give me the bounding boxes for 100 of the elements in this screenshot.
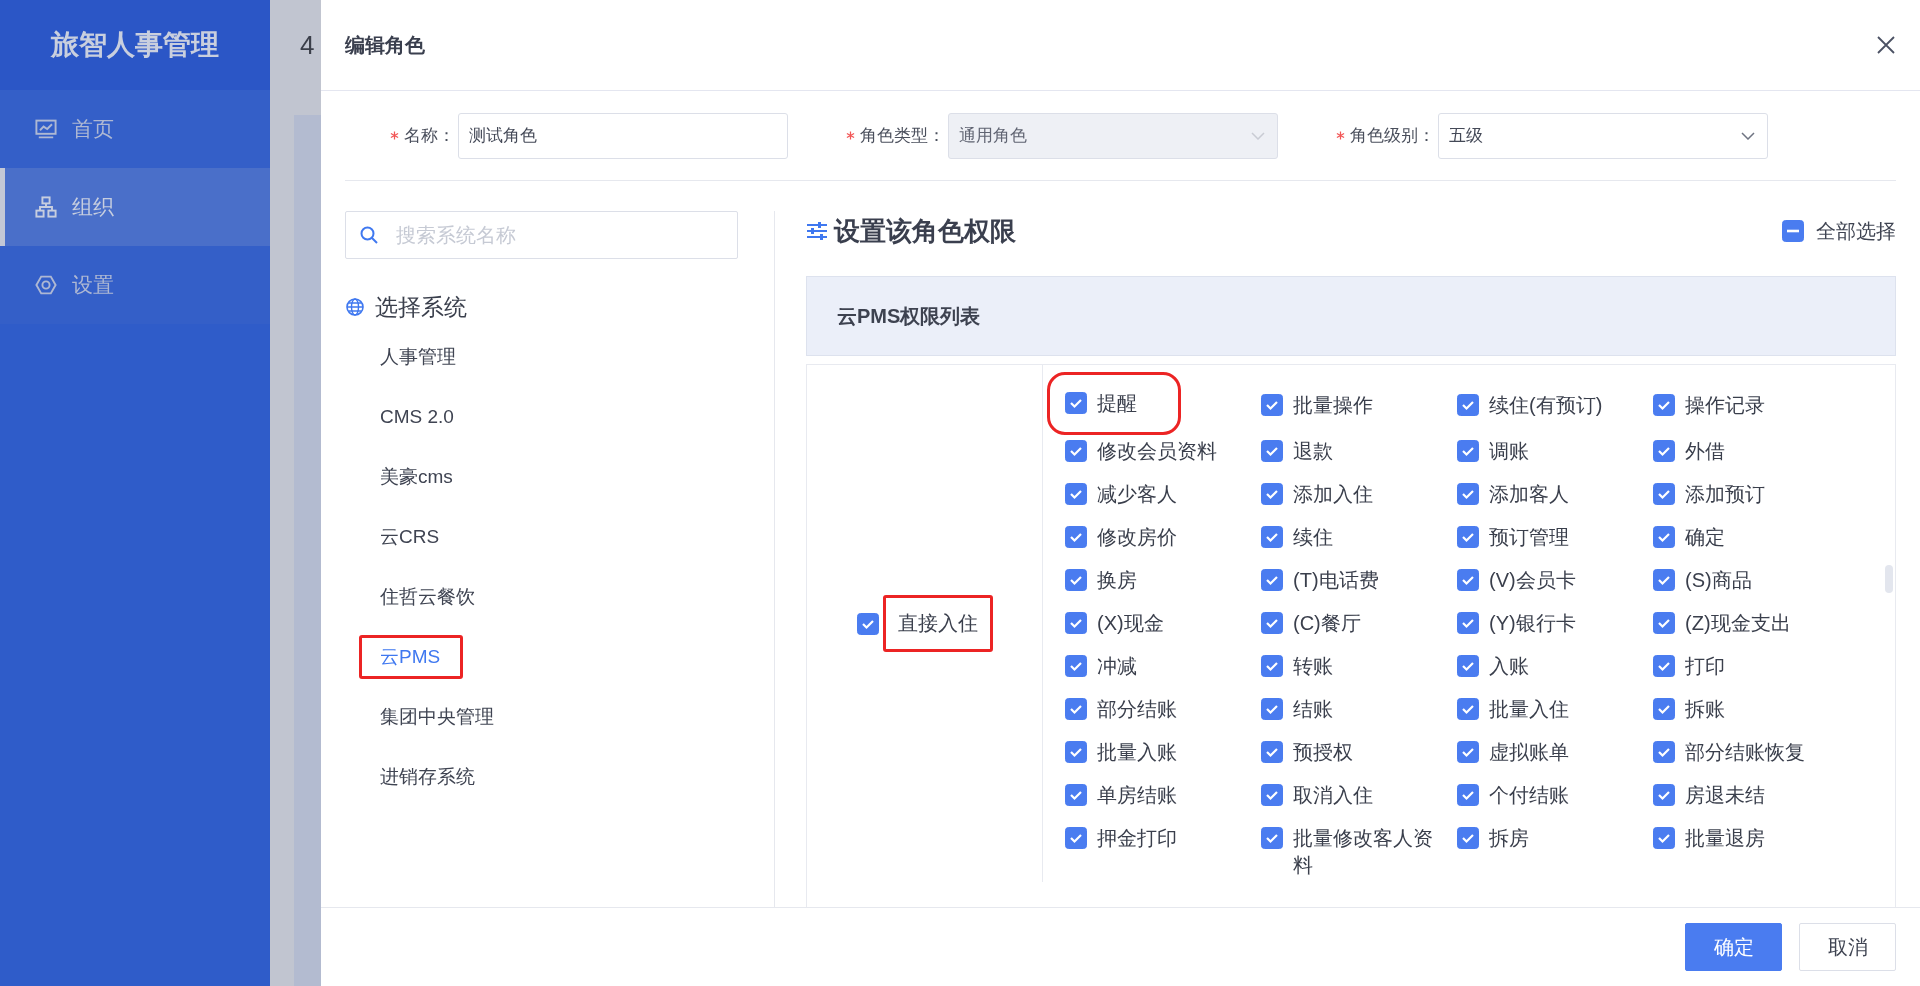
permission-checkbox[interactable]: (V)会员卡 xyxy=(1454,554,1653,597)
checkbox[interactable] xyxy=(1457,612,1479,634)
checkbox[interactable] xyxy=(1261,784,1283,806)
checkbox[interactable] xyxy=(1653,526,1675,548)
checkbox[interactable] xyxy=(1653,440,1675,462)
system-item[interactable]: 美豪cms xyxy=(359,455,476,499)
checkbox[interactable] xyxy=(1457,655,1479,677)
checkbox[interactable] xyxy=(1457,827,1479,849)
checkbox[interactable] xyxy=(1457,784,1479,806)
permission-checkbox[interactable]: 调账 xyxy=(1454,425,1653,468)
permission-checkbox[interactable]: (X)现金 xyxy=(1062,597,1261,640)
permission-checkbox[interactable]: 续住(有预订) xyxy=(1454,379,1653,425)
checkbox[interactable] xyxy=(1653,741,1675,763)
permission-checkbox[interactable]: 添加预订 xyxy=(1650,468,1849,511)
permission-checkbox[interactable]: 拆账 xyxy=(1650,683,1849,726)
checkbox[interactable] xyxy=(1261,483,1283,505)
permission-checkbox[interactable]: 批量操作 xyxy=(1258,379,1457,425)
permission-checkbox[interactable]: 个付结账 xyxy=(1454,769,1653,812)
checkbox[interactable] xyxy=(1065,741,1087,763)
checkbox[interactable] xyxy=(1261,394,1283,416)
checkbox[interactable] xyxy=(1457,394,1479,416)
permission-checkbox[interactable]: 添加入住 xyxy=(1258,468,1457,511)
checkbox[interactable] xyxy=(1653,612,1675,634)
permission-checkbox[interactable]: 房退未结 xyxy=(1650,769,1849,812)
permission-checkbox[interactable]: 打印 xyxy=(1650,640,1849,683)
permission-checkbox[interactable]: 添加客人 xyxy=(1454,468,1653,511)
permission-checkbox[interactable]: 批量修改客人资料 xyxy=(1258,812,1457,882)
confirm-button[interactable]: 确定 xyxy=(1685,923,1782,971)
checkbox[interactable] xyxy=(1782,220,1804,242)
permission-checkbox[interactable]: 提醒 xyxy=(1062,387,1166,420)
system-item[interactable]: CMS 2.0 xyxy=(359,397,477,437)
checkbox[interactable] xyxy=(1261,655,1283,677)
search-field[interactable]: 搜索系统名称 xyxy=(345,211,738,259)
checkbox[interactable] xyxy=(1653,483,1675,505)
checkbox[interactable] xyxy=(1653,655,1675,677)
select-field[interactable]: 五级 xyxy=(1438,112,1768,159)
checkbox[interactable] xyxy=(1457,698,1479,720)
checkbox[interactable] xyxy=(1261,741,1283,763)
permission-checkbox[interactable]: 虚拟账单 xyxy=(1454,726,1653,769)
permission-checkbox[interactable]: 押金打印 xyxy=(1062,812,1261,882)
checkbox[interactable] xyxy=(1065,392,1087,414)
permission-checkbox[interactable]: 结账 xyxy=(1258,683,1457,726)
permission-checkbox[interactable]: 预授权 xyxy=(1258,726,1457,769)
permission-checkbox[interactable]: 外借 xyxy=(1650,425,1849,468)
permission-checkbox[interactable]: 减少客人 xyxy=(1062,468,1261,511)
system-item[interactable]: 进销存系统 xyxy=(359,755,498,799)
permission-checkbox[interactable]: 转账 xyxy=(1258,640,1457,683)
checkbox[interactable] xyxy=(1457,483,1479,505)
permission-checkbox[interactable]: 批量入住 xyxy=(1454,683,1653,726)
checkbox[interactable] xyxy=(1457,440,1479,462)
checkbox[interactable] xyxy=(1065,827,1087,849)
checkbox[interactable] xyxy=(1653,827,1675,849)
permission-checkbox[interactable]: 部分结账恢复 xyxy=(1650,726,1849,769)
checkbox[interactable] xyxy=(1653,784,1675,806)
checkbox[interactable] xyxy=(1065,612,1087,634)
checkbox[interactable] xyxy=(1457,569,1479,591)
checkbox[interactable] xyxy=(1457,741,1479,763)
scrollbar-thumb[interactable] xyxy=(1885,565,1893,593)
checkbox[interactable] xyxy=(1065,483,1087,505)
permission-checkbox[interactable]: 冲减 xyxy=(1062,640,1261,683)
checkbox[interactable] xyxy=(856,612,879,635)
group-label[interactable]: 直接入住 xyxy=(882,595,993,652)
close-icon[interactable] xyxy=(1876,35,1896,55)
checkbox[interactable] xyxy=(1065,569,1087,591)
permission-checkbox[interactable]: 批量退房 xyxy=(1650,812,1849,882)
system-item[interactable]: 住哲云餐饮 xyxy=(359,575,498,619)
permission-checkbox[interactable]: 单房结账 xyxy=(1062,769,1261,812)
checkbox[interactable] xyxy=(1065,784,1087,806)
checkbox[interactable] xyxy=(1653,569,1675,591)
permission-checkbox[interactable]: 批量入账 xyxy=(1062,726,1261,769)
checkbox[interactable] xyxy=(1065,655,1087,677)
select-all-checkbox[interactable]: 全部选择 xyxy=(1782,217,1896,245)
permission-checkbox[interactable]: 入账 xyxy=(1454,640,1653,683)
cancel-button[interactable]: 取消 xyxy=(1799,923,1896,971)
checkbox[interactable] xyxy=(1261,526,1283,548)
permission-checkbox[interactable]: 换房 xyxy=(1062,554,1261,597)
permission-checkbox[interactable]: 退款 xyxy=(1258,425,1457,468)
checkbox[interactable] xyxy=(1261,698,1283,720)
system-item[interactable]: 集团中央管理 xyxy=(359,695,517,739)
permission-checkbox[interactable]: 部分结账 xyxy=(1062,683,1261,726)
checkbox[interactable] xyxy=(1065,440,1087,462)
permission-checkbox[interactable]: 操作记录 xyxy=(1650,379,1849,425)
system-item[interactable]: 云CRS xyxy=(359,515,463,559)
checkbox[interactable] xyxy=(1261,612,1283,634)
system-item[interactable]: 云PMS xyxy=(359,635,464,679)
checkbox[interactable] xyxy=(1653,698,1675,720)
checkbox[interactable] xyxy=(1065,526,1087,548)
checkbox[interactable] xyxy=(1261,569,1283,591)
input-field[interactable]: 测试角色 xyxy=(458,112,788,159)
checkbox[interactable] xyxy=(1653,394,1675,416)
permission-checkbox[interactable]: (T)电话费 xyxy=(1258,554,1457,597)
permission-checkbox[interactable]: 修改会员资料 xyxy=(1062,425,1261,468)
permission-checkbox[interactable]: (Y)银行卡 xyxy=(1454,597,1653,640)
permission-checkbox[interactable]: 取消入住 xyxy=(1258,769,1457,812)
permission-checkbox[interactable]: 拆房 xyxy=(1454,812,1653,882)
checkbox[interactable] xyxy=(1261,827,1283,849)
permission-checkbox[interactable]: 确定 xyxy=(1650,511,1849,554)
permission-checkbox[interactable]: 修改房价 xyxy=(1062,511,1261,554)
permission-checkbox[interactable]: 预订管理 xyxy=(1454,511,1653,554)
system-item[interactable]: 人事管理 xyxy=(359,335,479,379)
